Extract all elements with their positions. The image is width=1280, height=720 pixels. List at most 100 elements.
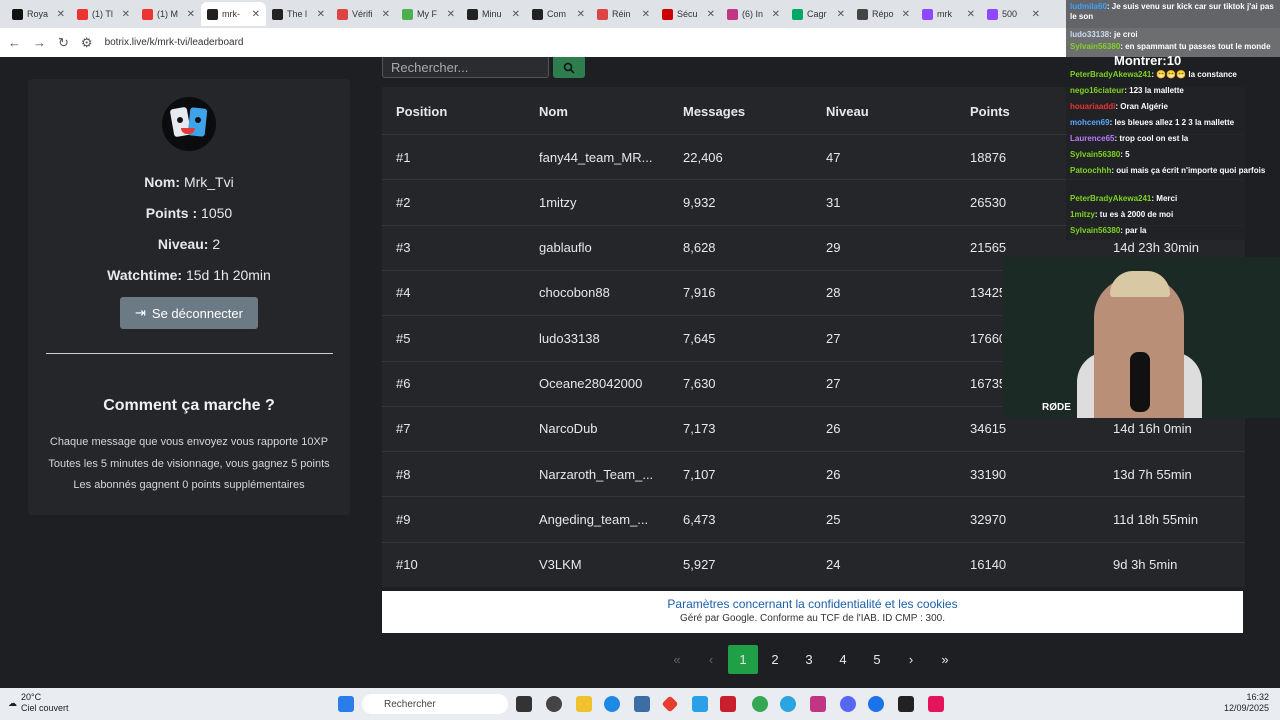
- search-input[interactable]: Rechercher...: [382, 57, 549, 78]
- browser-tab[interactable]: The l ✕: [266, 2, 331, 26]
- divider: [46, 353, 333, 354]
- close-icon[interactable]: ✕: [317, 9, 325, 20]
- app-icon[interactable]: [928, 696, 944, 712]
- windows-start-icon[interactable]: [338, 696, 354, 712]
- table-cell[interactable]: Oceane28042000: [539, 376, 642, 391]
- page-button-4[interactable]: 4: [826, 645, 860, 674]
- table-cell[interactable]: Angeding_team_...: [539, 512, 648, 527]
- logout-button[interactable]: ⇥ Se déconnecter: [120, 297, 258, 329]
- edge-icon[interactable]: [604, 696, 620, 712]
- back-icon[interactable]: ←: [8, 35, 21, 50]
- app-icon[interactable]: [692, 696, 708, 712]
- last-page-button[interactable]: »: [928, 645, 962, 674]
- page-button-1[interactable]: 1: [728, 645, 758, 674]
- tab-favicon-icon: [402, 8, 413, 20]
- table-cell[interactable]: Narzaroth_Team_...: [539, 467, 653, 482]
- browser-tab[interactable]: Roya ✕: [6, 2, 71, 26]
- first-page-button[interactable]: «: [660, 645, 694, 674]
- table-cell: 26: [826, 466, 841, 482]
- system-clock[interactable]: 16:32 12/09/2025: [1224, 692, 1269, 714]
- table-cell[interactable]: chocobon88: [539, 285, 610, 300]
- file-explorer-icon[interactable]: [576, 696, 592, 712]
- browser-tab[interactable]: (1) Tl ✕: [71, 2, 136, 26]
- browser-tab[interactable]: Cagr ✕: [786, 2, 851, 26]
- table-cell[interactable]: V3LKM: [539, 557, 582, 572]
- app-icon[interactable]: [868, 696, 884, 712]
- page-button-5[interactable]: 5: [860, 645, 894, 674]
- close-icon[interactable]: ✕: [382, 9, 390, 20]
- chrome-icon[interactable]: [752, 696, 768, 712]
- table-cell[interactable]: gablauflo: [539, 240, 592, 255]
- next-page-button[interactable]: ›: [894, 645, 928, 674]
- browser-tab[interactable]: Sécu ✕: [656, 2, 721, 26]
- table-cell: #2: [396, 194, 411, 210]
- table-cell: 9,932: [683, 194, 716, 210]
- table-cell[interactable]: 1mitzy: [539, 195, 577, 210]
- browser-tab[interactable]: Vérifi ✕: [331, 2, 396, 26]
- site-info-icon[interactable]: ⚙: [81, 35, 93, 51]
- close-icon[interactable]: ✕: [252, 9, 260, 20]
- close-icon[interactable]: ✕: [967, 9, 975, 20]
- reload-icon[interactable]: ↻: [58, 35, 69, 51]
- close-icon[interactable]: ✕: [187, 9, 195, 20]
- store-icon[interactable]: [634, 696, 650, 712]
- browser-tab[interactable]: My F ✕: [396, 2, 461, 26]
- close-icon[interactable]: ✕: [1032, 9, 1040, 20]
- chat-username: houariaaddi: [1070, 102, 1116, 111]
- close-icon[interactable]: ✕: [447, 9, 455, 20]
- terminal-icon[interactable]: [898, 696, 914, 712]
- app-icon[interactable]: [546, 696, 562, 712]
- close-icon[interactable]: ✕: [57, 9, 65, 20]
- chat-username: Sylvain56380: [1070, 150, 1121, 159]
- page-button-2[interactable]: 2: [758, 645, 792, 674]
- close-icon[interactable]: ✕: [122, 9, 130, 20]
- task-view-icon[interactable]: [516, 696, 532, 712]
- table-cell[interactable]: NarcoDub: [539, 421, 598, 436]
- close-icon[interactable]: ✕: [577, 9, 585, 20]
- prev-page-button[interactable]: ‹: [694, 645, 728, 674]
- column-header[interactable]: Niveau: [826, 104, 869, 119]
- close-icon[interactable]: ✕: [512, 9, 520, 20]
- column-header[interactable]: Nom: [539, 104, 568, 119]
- close-icon[interactable]: ✕: [772, 9, 780, 20]
- table-cell: 24: [826, 557, 841, 573]
- chat-message: ludmila60: Je suis venu sur kick car sur…: [1070, 2, 1276, 22]
- cookie-title[interactable]: Paramètres concernant la confidentialité…: [382, 591, 1243, 611]
- table-cell[interactable]: ludo33138: [539, 331, 600, 346]
- browser-tab[interactable]: mrk- ✕: [201, 2, 266, 26]
- column-header[interactable]: Points: [970, 104, 1010, 119]
- table-cell: 33190: [970, 466, 1007, 482]
- column-header[interactable]: Position: [396, 104, 447, 119]
- tab-label: Sécu: [677, 9, 698, 19]
- table-cell[interactable]: fany44_team_MR...: [539, 150, 652, 165]
- table-cell: 14d 23h 30min: [1113, 240, 1200, 256]
- close-icon[interactable]: ✕: [902, 9, 910, 20]
- taskbar-search[interactable]: Rechercher: [362, 694, 508, 714]
- browser-tab[interactable]: (1) M ✕: [136, 2, 201, 26]
- close-icon[interactable]: ✕: [642, 9, 650, 20]
- close-icon[interactable]: ✕: [707, 9, 715, 20]
- forward-icon[interactable]: →: [33, 35, 46, 50]
- search-button[interactable]: [553, 57, 585, 78]
- app-icon[interactable]: [720, 696, 736, 712]
- browser-tab[interactable]: Minu ✕: [461, 2, 526, 26]
- tab-favicon-icon: [727, 8, 738, 20]
- instagram-icon[interactable]: [810, 696, 826, 712]
- page-button-3[interactable]: 3: [792, 645, 826, 674]
- discord-icon[interactable]: [840, 696, 856, 712]
- telegram-icon[interactable]: [780, 696, 796, 712]
- close-icon[interactable]: ✕: [837, 9, 845, 20]
- browser-tab[interactable]: 500 ✕: [981, 2, 1046, 26]
- cookie-banner[interactable]: Paramètres concernant la confidentialité…: [382, 591, 1243, 633]
- browser-tab[interactable]: Com ✕: [526, 2, 591, 26]
- browser-tab[interactable]: Répo ✕: [851, 2, 916, 26]
- chat-message: PeterBradyAkewa241: Merci: [1070, 194, 1276, 204]
- column-header[interactable]: Messages: [683, 104, 745, 119]
- url-field[interactable]: botrix.live/k/mrk-tvi/leaderboard: [105, 37, 244, 48]
- weather-widget[interactable]: ☁ 20°C Ciel couvert: [8, 692, 69, 714]
- browser-tab[interactable]: mrk ✕: [916, 2, 981, 26]
- browser-tab[interactable]: (6) In ✕: [721, 2, 786, 26]
- table-cell: 17660: [970, 330, 1007, 346]
- chat-username: Laurence65: [1070, 134, 1115, 143]
- browser-tab[interactable]: Réin ✕: [591, 2, 656, 26]
